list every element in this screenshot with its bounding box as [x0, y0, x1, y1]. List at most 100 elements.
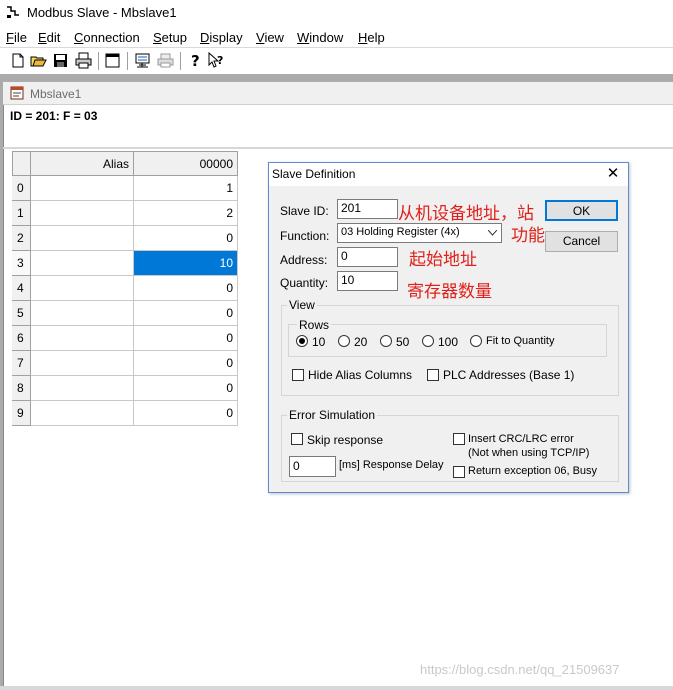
register-value-cell[interactable]: 2: [134, 201, 238, 226]
annotation-start-address: 起始地址: [409, 250, 477, 270]
rows-10-label: 10: [312, 335, 326, 349]
menu-view[interactable]: View: [256, 30, 284, 45]
column-header-alias[interactable]: Alias: [30, 151, 134, 176]
slave-id-input[interactable]: 201: [337, 199, 398, 219]
toolbar-separator: [98, 52, 100, 70]
row-number[interactable]: 9: [12, 401, 31, 426]
window-icon[interactable]: [104, 52, 121, 69]
child-window-title: Mbslave1: [30, 87, 82, 101]
register-value-cell[interactable]: 0: [134, 351, 238, 376]
rows-100-radio[interactable]: [422, 335, 434, 347]
open-icon[interactable]: [30, 52, 47, 69]
function-select[interactable]: 03 Holding Register (4x): [337, 223, 502, 243]
row-number[interactable]: 1: [12, 201, 31, 226]
svg-text:?: ?: [217, 54, 223, 67]
alias-cell[interactable]: [31, 226, 134, 251]
alias-cell[interactable]: [31, 301, 134, 326]
alias-cell[interactable]: [31, 276, 134, 301]
rows-20-label: 20: [354, 335, 368, 349]
insert-crc-label: Insert CRC/LRC error: [468, 433, 574, 445]
register-value-cell[interactable]: 0: [134, 276, 238, 301]
hide-alias-label: Hide Alias Columns: [308, 368, 413, 382]
watermark: https://blog.csdn.net/qq_21509637: [420, 662, 620, 677]
svg-text:?: ?: [191, 52, 200, 69]
alias-cell[interactable]: [31, 351, 134, 376]
quantity-input[interactable]: 10: [337, 271, 398, 291]
menu-display[interactable]: Display: [200, 30, 243, 45]
toolbar-separator: [180, 52, 182, 70]
menu-file[interactable]: File: [6, 30, 27, 45]
row-number[interactable]: 7: [12, 351, 31, 376]
alias-cell[interactable]: [31, 176, 134, 201]
plc-addresses-label: PLC Addresses (Base 1): [443, 368, 575, 382]
dialog-title: Slave Definition: [272, 167, 356, 181]
alias-cell[interactable]: [31, 401, 134, 426]
rows-100-label: 100: [438, 335, 459, 349]
plc-addresses-checkbox[interactable]: [427, 369, 439, 381]
menu-bar: File Edit Connection Setup Display View …: [0, 26, 673, 46]
rows-group-label: Rows: [297, 318, 332, 332]
row-number[interactable]: 8: [12, 376, 31, 401]
address-input[interactable]: 0: [337, 247, 398, 267]
rows-50-radio[interactable]: [380, 335, 392, 347]
row-number[interactable]: 0: [12, 176, 31, 201]
rows-50-label: 50: [396, 335, 410, 349]
insert-crc-checkbox[interactable]: [453, 433, 465, 445]
menu-help[interactable]: Help: [358, 30, 385, 45]
menu-connection[interactable]: Connection: [74, 30, 140, 45]
new-icon[interactable]: [9, 52, 26, 69]
return-exception-checkbox[interactable]: [453, 466, 465, 478]
register-value-cell[interactable]: 0: [134, 226, 238, 251]
register-value-cell[interactable]: 10: [134, 251, 238, 276]
function-select-value: 03 Holding Register (4x): [341, 226, 460, 238]
read-write-icon[interactable]: [134, 52, 151, 69]
response-delay-label: [ms] Response Delay: [339, 459, 444, 471]
row-number[interactable]: 3: [12, 251, 31, 276]
help-icon[interactable]: ?: [187, 52, 204, 69]
response-delay-input[interactable]: 0: [289, 456, 336, 477]
row-number[interactable]: 2: [12, 226, 31, 251]
rows-10-radio[interactable]: [296, 335, 308, 347]
menu-setup[interactable]: Setup: [153, 30, 187, 45]
menu-edit[interactable]: Edit: [38, 30, 60, 45]
print-setup-icon[interactable]: [157, 52, 174, 69]
register-value-cell[interactable]: 0: [134, 326, 238, 351]
save-icon[interactable]: [52, 52, 69, 69]
annotation-register-count: 寄存器数量: [407, 282, 492, 302]
insert-crc-note: (Not when using TCP/IP): [468, 447, 590, 459]
modbus-slave-app-icon: [6, 5, 20, 19]
close-icon[interactable]: ✕: [606, 166, 620, 182]
rows-fit-label: Fit to Quantity: [486, 335, 555, 347]
print-icon[interactable]: [75, 52, 92, 69]
id-function-line: ID = 201: F = 03: [10, 109, 98, 123]
ok-button[interactable]: OK: [545, 200, 618, 221]
menu-window[interactable]: Window: [297, 30, 343, 45]
column-header-address[interactable]: 00000: [133, 151, 238, 176]
child-window-title-bar: [3, 82, 673, 105]
alias-cell[interactable]: [31, 376, 134, 401]
hide-alias-checkbox[interactable]: [292, 369, 304, 381]
register-value-cell[interactable]: 0: [134, 376, 238, 401]
register-value-cell[interactable]: 1: [134, 176, 238, 201]
register-value-cell[interactable]: 0: [134, 401, 238, 426]
rows-fit-radio[interactable]: [470, 335, 482, 347]
quantity-label: Quantity:: [280, 276, 329, 290]
register-value-cell[interactable]: 0: [134, 301, 238, 326]
row-number[interactable]: 5: [12, 301, 31, 326]
cancel-button[interactable]: Cancel: [545, 231, 618, 252]
skip-response-checkbox[interactable]: [291, 433, 303, 445]
row-number[interactable]: 4: [12, 276, 31, 301]
rows-20-radio[interactable]: [338, 335, 350, 347]
error-simulation-label: Error Simulation: [287, 408, 378, 422]
context-help-icon[interactable]: ?: [208, 52, 225, 69]
alias-cell[interactable]: [31, 201, 134, 226]
address-label: Address:: [280, 253, 328, 267]
chevron-down-icon: [488, 230, 497, 236]
window-title: Modbus Slave - Mbslave1: [27, 5, 177, 20]
header-divider: [3, 147, 673, 149]
alias-cell[interactable]: [31, 251, 134, 276]
alias-cell[interactable]: [31, 326, 134, 351]
bottom-edge: [0, 686, 673, 690]
grid-corner: [12, 151, 31, 176]
row-number[interactable]: 6: [12, 326, 31, 351]
